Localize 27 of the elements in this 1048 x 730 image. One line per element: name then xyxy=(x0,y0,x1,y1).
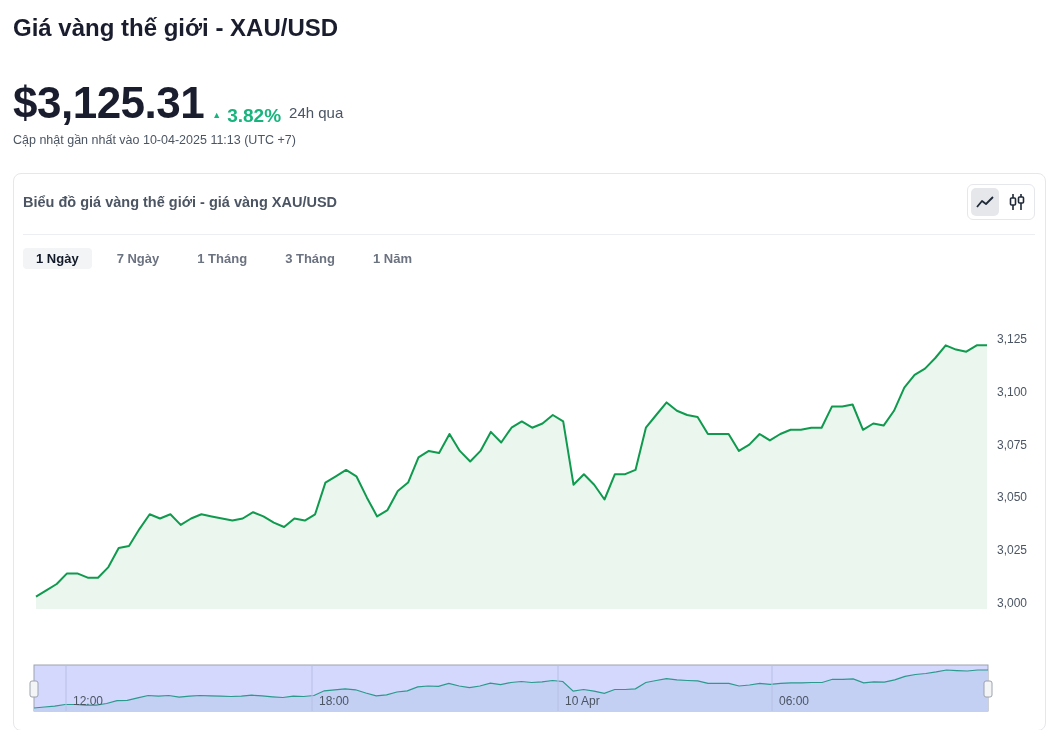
time-label: 18:00 xyxy=(319,693,350,708)
time-label: 12:00 xyxy=(73,693,104,708)
range-tab[interactable]: 7 Ngày xyxy=(103,247,173,269)
range-tab[interactable]: 1 Tháng xyxy=(184,247,261,269)
y-axis-label: 3,025 xyxy=(996,542,1027,557)
range-tab[interactable]: 1 Ngày xyxy=(23,247,92,269)
page-title: Giá vàng thế giới - XAU/USD xyxy=(13,13,340,43)
y-axis-label: 3,000 xyxy=(996,595,1027,610)
price-change: 3.82% xyxy=(227,104,282,127)
range-tab[interactable]: 1 Năm xyxy=(359,247,425,269)
candlestick-icon xyxy=(1009,192,1025,211)
range-handle[interactable] xyxy=(983,680,993,697)
chart-type-button[interactable] xyxy=(971,187,999,216)
up-arrow-icon: ▲ xyxy=(212,111,222,120)
last-updated-text: Cập nhật gần nhất vào 10-04-2025 11:13 (UTC +7) xyxy=(13,132,297,147)
range-tab[interactable]: 3 Tháng xyxy=(272,247,348,269)
y-axis-label: 3,100 xyxy=(996,384,1027,399)
y-axis-label: 3,125 xyxy=(996,331,1027,346)
time-label: 06:00 xyxy=(779,693,810,708)
line-chart-icon xyxy=(976,195,994,208)
change-period: 24h qua xyxy=(289,104,344,121)
range-handle[interactable] xyxy=(29,680,39,697)
time-label: 10 Apr xyxy=(565,693,600,708)
y-axis-label: 3,075 xyxy=(996,437,1027,452)
y-axis-label: 3,050 xyxy=(996,489,1027,504)
price-value: $3,125.31 xyxy=(13,80,205,126)
chart-title: Biểu đồ giá vàng thế giới - giá vàng XAU/USD xyxy=(23,193,338,210)
